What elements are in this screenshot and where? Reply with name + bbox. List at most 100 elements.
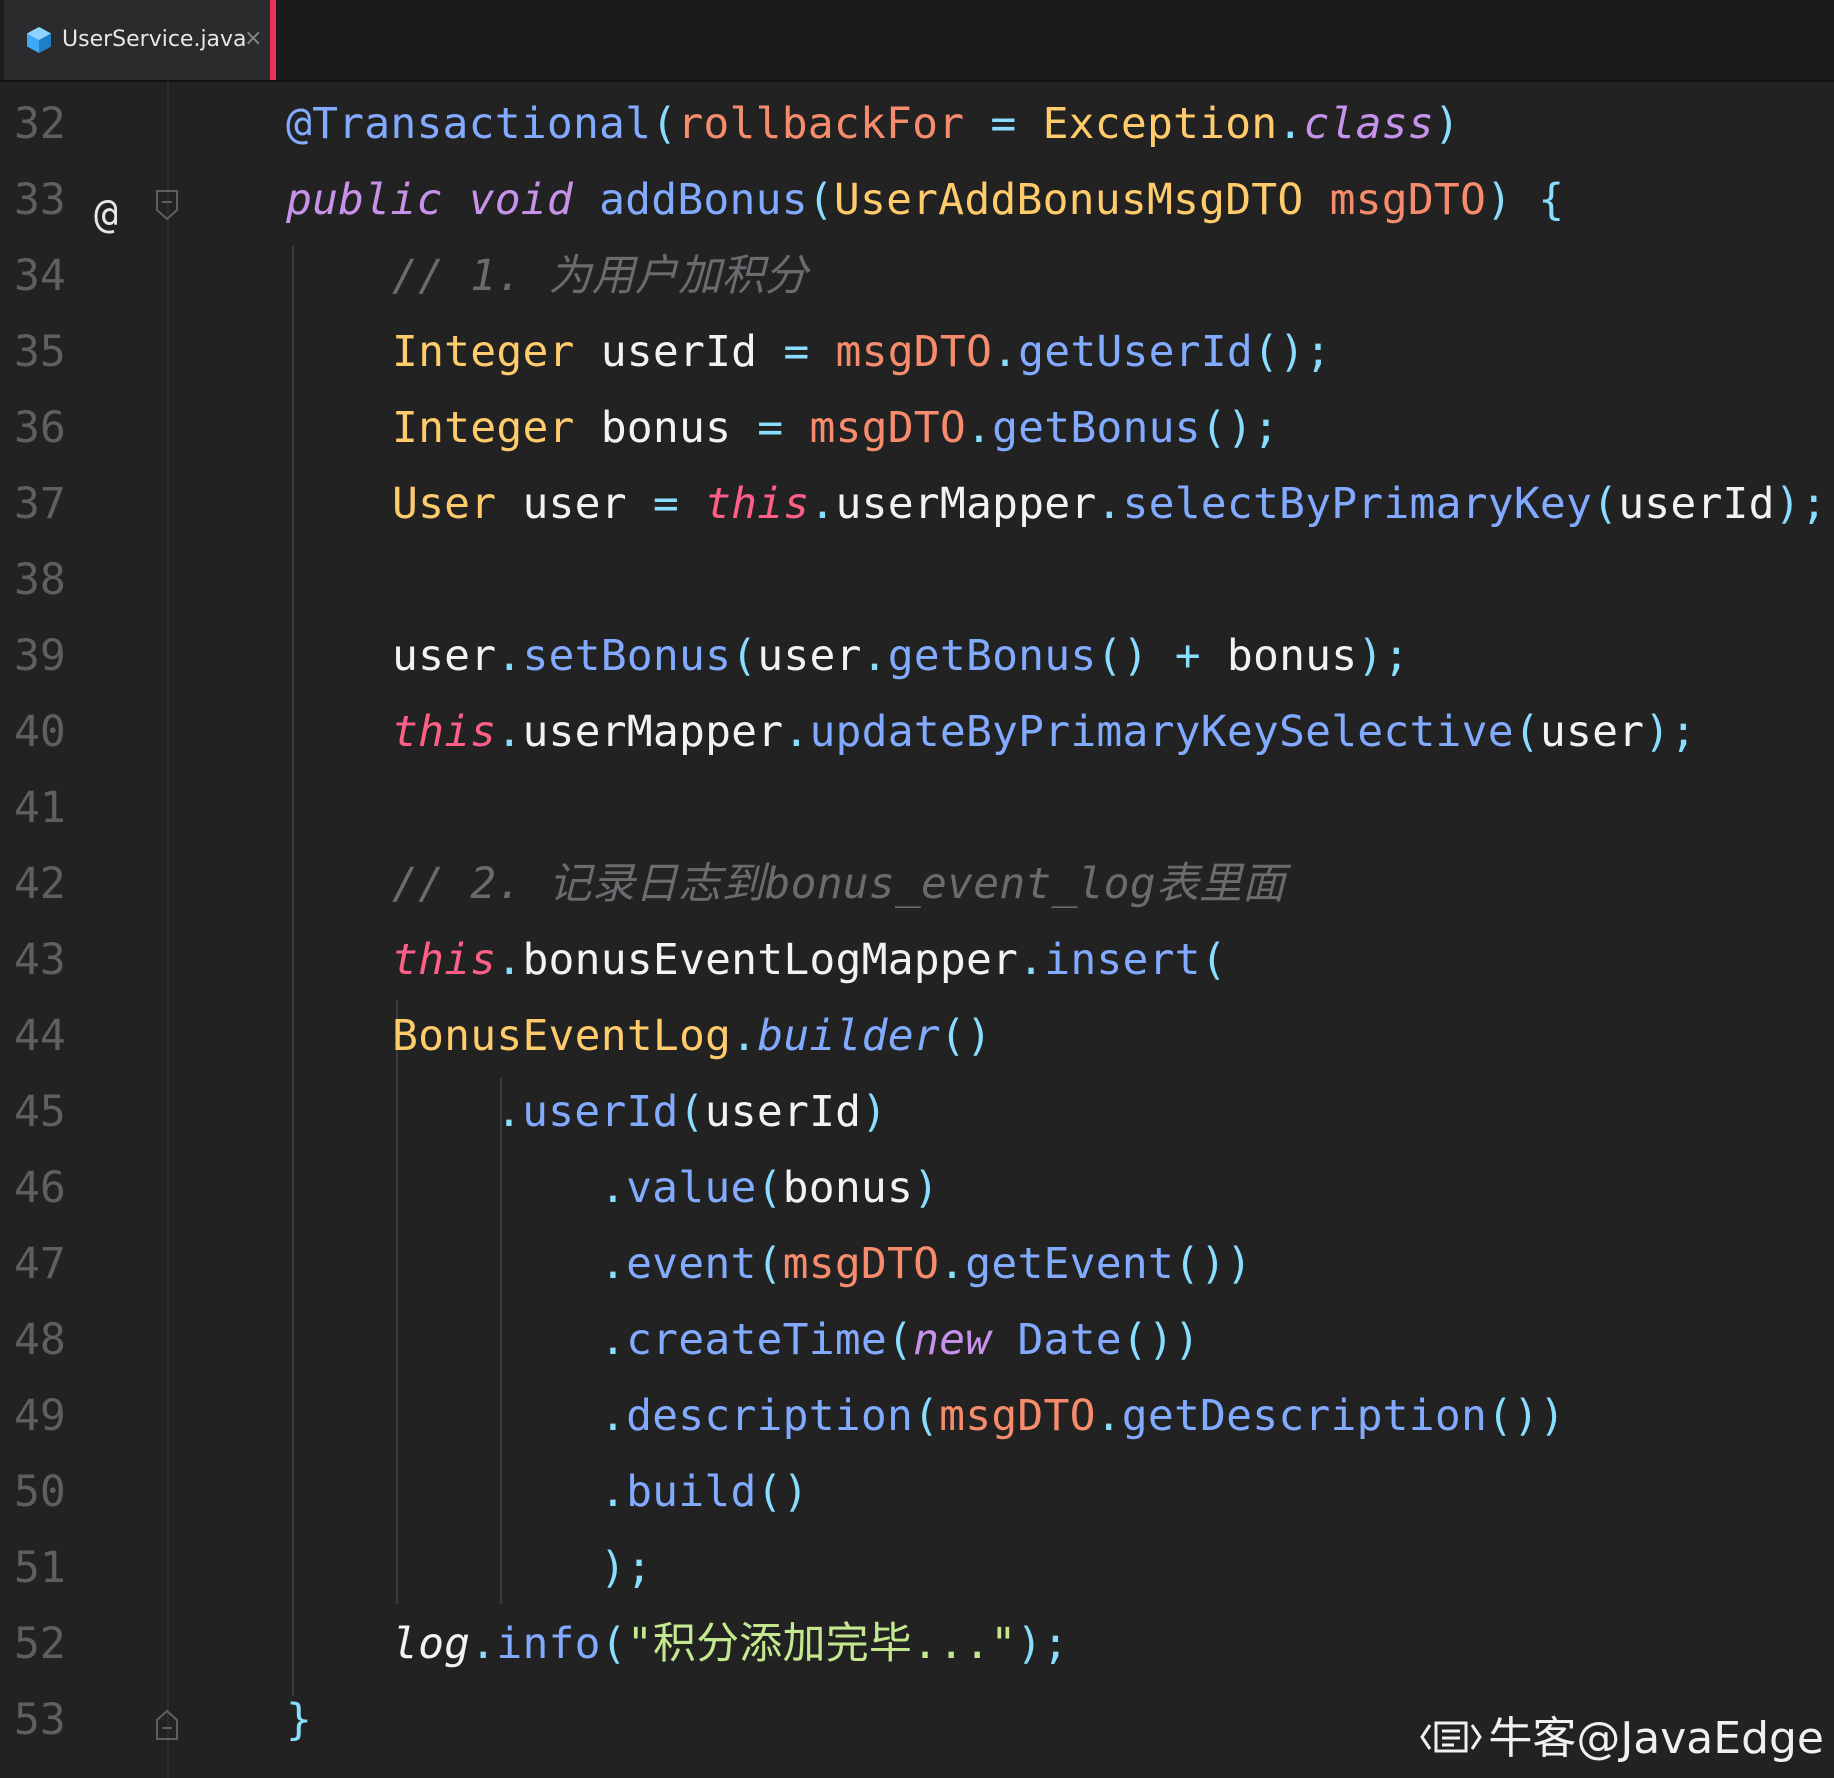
line-number[interactable]: 39	[14, 618, 66, 694]
line-number[interactable]: 34	[14, 238, 66, 314]
line-number[interactable]: 51	[14, 1530, 66, 1606]
code-text: User user = this.userMapper.selectByPrim…	[392, 466, 1827, 542]
line-number[interactable]: 48	[14, 1302, 66, 1378]
tab-userservice-java[interactable]: UserService.java ×	[4, 0, 276, 80]
line-number[interactable]: 53	[14, 1682, 66, 1758]
line-number[interactable]: 36	[14, 390, 66, 466]
code-text: .createTime(new Date())	[600, 1302, 1200, 1378]
code-line[interactable]: 49 .description(msgDTO.getDescription())	[0, 1378, 1834, 1454]
code-token: =	[652, 479, 679, 529]
code-text: Integer bonus = msgDTO.getBonus();	[392, 390, 1279, 466]
code-token: )	[913, 1163, 940, 1213]
line-number[interactable]: 44	[14, 998, 66, 1074]
code-line[interactable]: 47 .event(msgDTO.getEvent())	[0, 1226, 1834, 1302]
line-number[interactable]: 50	[14, 1454, 66, 1530]
code-text: log.info("积分添加完毕...");	[392, 1606, 1069, 1682]
code-token: .	[992, 327, 1019, 377]
code-line[interactable]: 41	[0, 770, 1834, 846]
code-line[interactable]: 35 Integer userId = msgDTO.getUserId();	[0, 314, 1834, 390]
code-token: (	[1592, 479, 1619, 529]
code-line[interactable]: 34 // 1. 为用户加积分	[0, 238, 1834, 314]
line-number[interactable]: 45	[14, 1074, 66, 1150]
code-token: .	[600, 1239, 627, 1289]
code-token: .	[939, 1239, 966, 1289]
watermark-text: 牛客@JavaEdge	[1488, 1713, 1824, 1764]
line-number[interactable]: 33	[14, 162, 66, 238]
code-token: Exception	[1042, 99, 1278, 149]
line-number[interactable]: 41	[14, 770, 66, 846]
code-token: insert	[1044, 935, 1201, 985]
code-token: .	[1095, 1391, 1122, 1441]
code-line[interactable]: 46 .value(bonus)	[0, 1150, 1834, 1226]
code-line[interactable]: 44 BonusEventLog.builder()	[0, 998, 1834, 1074]
code-token: (	[886, 1315, 914, 1365]
code-token: updateByPrimaryKeySelective	[809, 707, 1514, 757]
code-token: .	[600, 1467, 627, 1517]
code-token: .	[496, 631, 523, 681]
java-class-icon	[27, 27, 51, 53]
line-number[interactable]: 52	[14, 1606, 66, 1682]
code-line[interactable]: 38	[0, 542, 1834, 618]
code-token: getDescription	[1121, 1391, 1488, 1441]
code-token: Integer	[392, 327, 575, 377]
code-line[interactable]: 51);	[0, 1530, 1834, 1606]
line-number[interactable]: 49	[14, 1378, 66, 1454]
code-token: )	[1433, 99, 1461, 149]
code-text: .description(msgDTO.getDescription())	[600, 1378, 1565, 1454]
code-token: user	[392, 631, 497, 681]
code-token: void	[468, 175, 573, 225]
code-token: .	[1277, 99, 1304, 149]
code-token: (	[1200, 935, 1227, 985]
code-token: public	[286, 175, 443, 225]
code-line[interactable]: 33 public void addBonus(UserAddBonusMsgDT…	[0, 162, 1834, 238]
line-number[interactable]: 32	[14, 86, 66, 162]
line-number[interactable]: 37	[14, 466, 66, 542]
code-line[interactable]: 52 log.info("积分添加完毕...");	[0, 1606, 1834, 1682]
code-token: getBonus	[887, 631, 1097, 681]
code-token: // 2. 记录日志到bonus_event_log表里面	[392, 859, 1286, 909]
code-token: .	[783, 707, 810, 757]
line-number[interactable]: 40	[14, 694, 66, 770]
line-number[interactable]: 47	[14, 1226, 66, 1302]
code-token: (	[651, 99, 678, 149]
code-line[interactable]: 48 .createTime(new Date())	[0, 1302, 1834, 1378]
line-number[interactable]: 38	[14, 542, 66, 618]
code-editor[interactable]: @ 32 @Transactional(rollbackFor = Excepti…	[0, 82, 1834, 1778]
code-line[interactable]: 39 user.setBonus(user.getBonus() + bonus)…	[0, 618, 1834, 694]
code-token: addBonus	[599, 175, 808, 225]
line-number[interactable]: 43	[14, 922, 66, 998]
code-token: user	[757, 631, 862, 681]
code-token: new	[913, 1315, 992, 1365]
code-token: info	[496, 1619, 601, 1669]
code-token: userId	[704, 1087, 862, 1137]
code-line[interactable]: 43 this.bonusEventLogMapper.insert(	[0, 922, 1834, 998]
code-line[interactable]: 50 .build()	[0, 1454, 1834, 1530]
code-line[interactable]: 40 this.userMapper.updateByPrimaryKeySele…	[0, 694, 1834, 770]
code-token: msgDTO	[782, 1239, 940, 1289]
code-token: );	[1016, 1619, 1069, 1669]
code-token: (	[600, 1619, 627, 1669]
code-line[interactable]: 42 // 2. 记录日志到bonus_event_log表里面	[0, 846, 1834, 922]
code-text: .event(msgDTO.getEvent())	[600, 1226, 1252, 1302]
code-token: userId	[574, 327, 784, 377]
code-token: );	[1357, 631, 1410, 681]
code-token: // 1. 为用户加积分	[392, 251, 808, 301]
code-line[interactable]: 32 @Transactional(rollbackFor = Exception…	[0, 86, 1834, 162]
code-line[interactable]: 45 .userId(userId)	[0, 1074, 1834, 1150]
code-token: event	[626, 1239, 757, 1289]
code-text: .userId(userId)	[496, 1074, 887, 1150]
line-number[interactable]: 42	[14, 846, 66, 922]
tab-close-icon[interactable]: ×	[244, 25, 262, 53]
line-number[interactable]: 46	[14, 1150, 66, 1226]
code-line[interactable]: 36 Integer bonus = msgDTO.getBonus();	[0, 390, 1834, 466]
code-token: ()	[939, 1011, 993, 1061]
code-token: BonusEventLog	[392, 1011, 732, 1061]
line-number[interactable]: 35	[14, 314, 66, 390]
code-token: builder	[757, 1011, 940, 1061]
code-token: ())	[1173, 1239, 1253, 1289]
code-line[interactable]: 37 User user = this.userMapper.selectByPr…	[0, 466, 1834, 542]
code-token: getEvent	[965, 1239, 1174, 1289]
